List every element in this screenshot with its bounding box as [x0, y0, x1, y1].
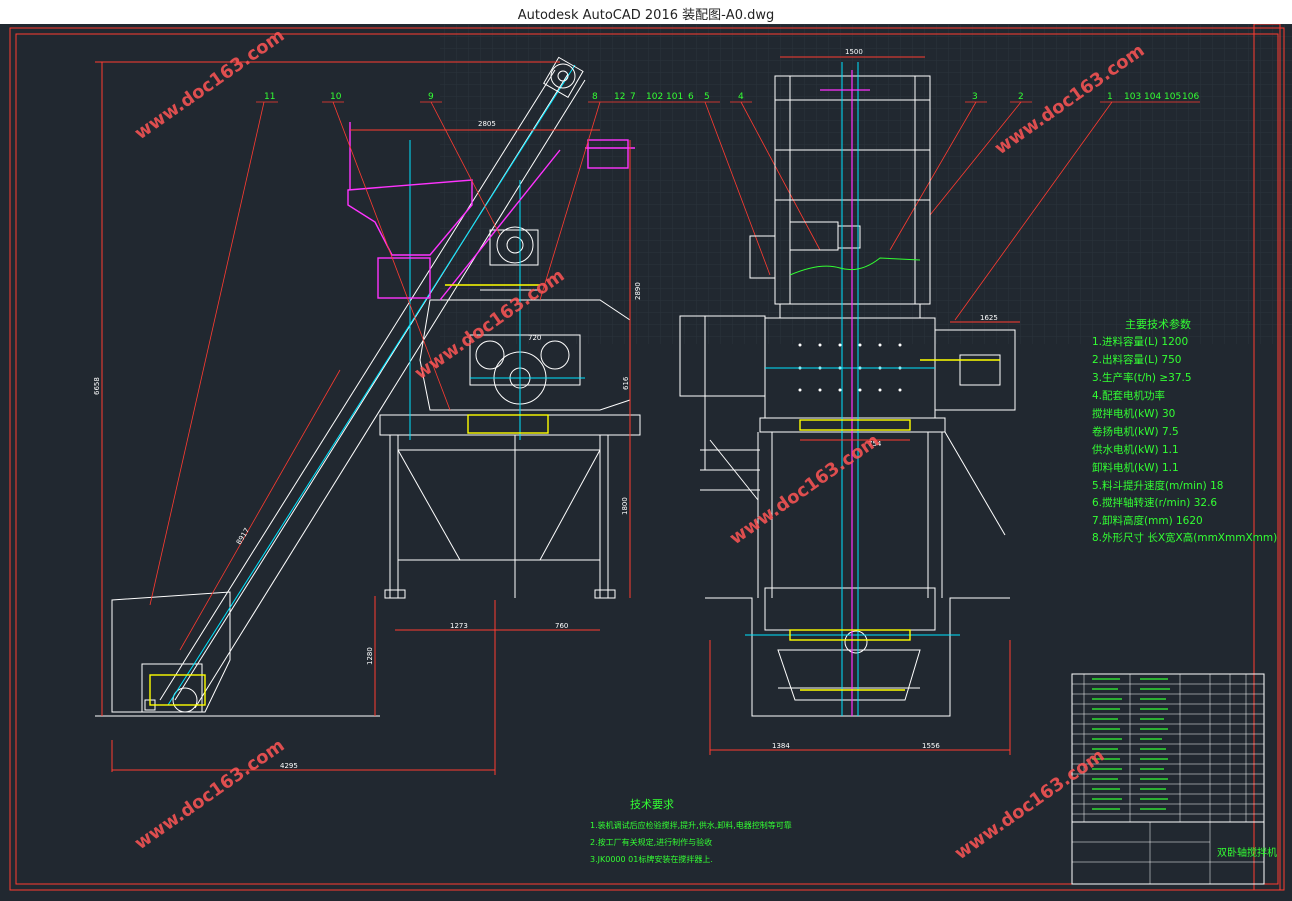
svg-text:卷扬电机(kW) 7.5: 卷扬电机(kW) 7.5	[1092, 425, 1179, 438]
svg-text:106: 106	[1182, 92, 1199, 102]
svg-text:11: 11	[264, 92, 275, 102]
svg-text:9: 9	[428, 92, 434, 102]
svg-text:8: 8	[592, 92, 598, 102]
svg-text:2890: 2890	[634, 282, 642, 300]
svg-text:2805: 2805	[478, 120, 496, 128]
grid-area	[440, 24, 1292, 344]
svg-text:1556: 1556	[922, 742, 940, 750]
svg-text:搅拌电机(kW) 30: 搅拌电机(kW) 30	[1092, 407, 1175, 420]
window-titlebar: Autodesk AutoCAD 2016 装配图-A0.dwg	[0, 0, 1292, 25]
svg-text:103: 103	[1124, 92, 1141, 102]
svg-text:7.卸料高度(mm) 1620: 7.卸料高度(mm) 1620	[1092, 514, 1203, 527]
title-block-name: 双卧轴搅拌机	[1217, 846, 1277, 859]
svg-text:3.JK0000 01标牌安装在搅拌器上.: 3.JK0000 01标牌安装在搅拌器上.	[590, 854, 713, 864]
svg-text:1500: 1500	[845, 48, 863, 56]
svg-text:4295: 4295	[280, 762, 298, 770]
svg-text:1.进料容量(L) 1200: 1.进料容量(L) 1200	[1092, 335, 1188, 348]
svg-text:8.外形尺寸 长X宽X高(mmXmmXmm): 8.外形尺寸 长X宽X高(mmXmmXmm)	[1092, 531, 1277, 544]
svg-text:6658: 6658	[93, 377, 101, 395]
svg-text:3: 3	[972, 92, 978, 102]
svg-text:1280: 1280	[366, 647, 374, 665]
svg-text:105: 105	[1164, 92, 1181, 102]
svg-text:760: 760	[555, 622, 568, 630]
svg-text:12: 12	[614, 92, 625, 102]
svg-text:102: 102	[646, 92, 663, 102]
svg-text:6: 6	[688, 92, 694, 102]
svg-text:5: 5	[704, 92, 710, 102]
drawing-canvas[interactable]: 11 10 9 8 12 7 102 101 6 5 4 3 2 1 103 1…	[0, 23, 1292, 896]
svg-text:7: 7	[630, 92, 636, 102]
svg-text:2.按工厂有关规定,进行制作与验收: 2.按工厂有关规定,进行制作与验收	[590, 837, 712, 847]
main-params-heading: 主要技术参数	[1125, 317, 1191, 331]
svg-text:104: 104	[1144, 92, 1161, 102]
svg-text:1625: 1625	[980, 314, 998, 322]
svg-text:1: 1	[1107, 92, 1113, 102]
svg-text:卸料电机(kW) 1.1: 卸料电机(kW) 1.1	[1092, 461, 1179, 474]
svg-text:616: 616	[622, 376, 630, 390]
svg-text:4: 4	[738, 92, 744, 102]
svg-text:10: 10	[330, 92, 342, 102]
svg-text:1273: 1273	[450, 622, 468, 630]
svg-text:供水电机(kW) 1.1: 供水电机(kW) 1.1	[1092, 443, 1179, 456]
svg-text:3.生产率(t/h) ≥37.5: 3.生产率(t/h) ≥37.5	[1092, 371, 1192, 384]
svg-text:2: 2	[1018, 92, 1024, 102]
svg-text:2.出料容量(L) 750: 2.出料容量(L) 750	[1092, 353, 1181, 366]
svg-text:1384: 1384	[772, 742, 790, 750]
svg-text:1.装机调试后应检验搅拌,提升,供水,卸料,电器控制等可靠: 1.装机调试后应检验搅拌,提升,供水,卸料,电器控制等可靠	[590, 820, 792, 830]
svg-text:4.配套电机功率: 4.配套电机功率	[1092, 389, 1165, 402]
svg-text:6.搅拌轴转速(r/min) 32.6: 6.搅拌轴转速(r/min) 32.6	[1092, 496, 1217, 509]
svg-text:1800: 1800	[621, 497, 629, 515]
svg-text:720: 720	[528, 334, 541, 342]
tech-requirements-heading: 技术要求	[630, 798, 674, 811]
drawing-svg: 11 10 9 8 12 7 102 101 6 5 4 3 2 1 103 1…	[0, 23, 1292, 896]
svg-text:101: 101	[666, 92, 683, 102]
svg-text:5.料斗提升速度(m/min) 18: 5.料斗提升速度(m/min) 18	[1092, 479, 1223, 492]
window-title: Autodesk AutoCAD 2016 装配图-A0.dwg	[517, 8, 775, 23]
